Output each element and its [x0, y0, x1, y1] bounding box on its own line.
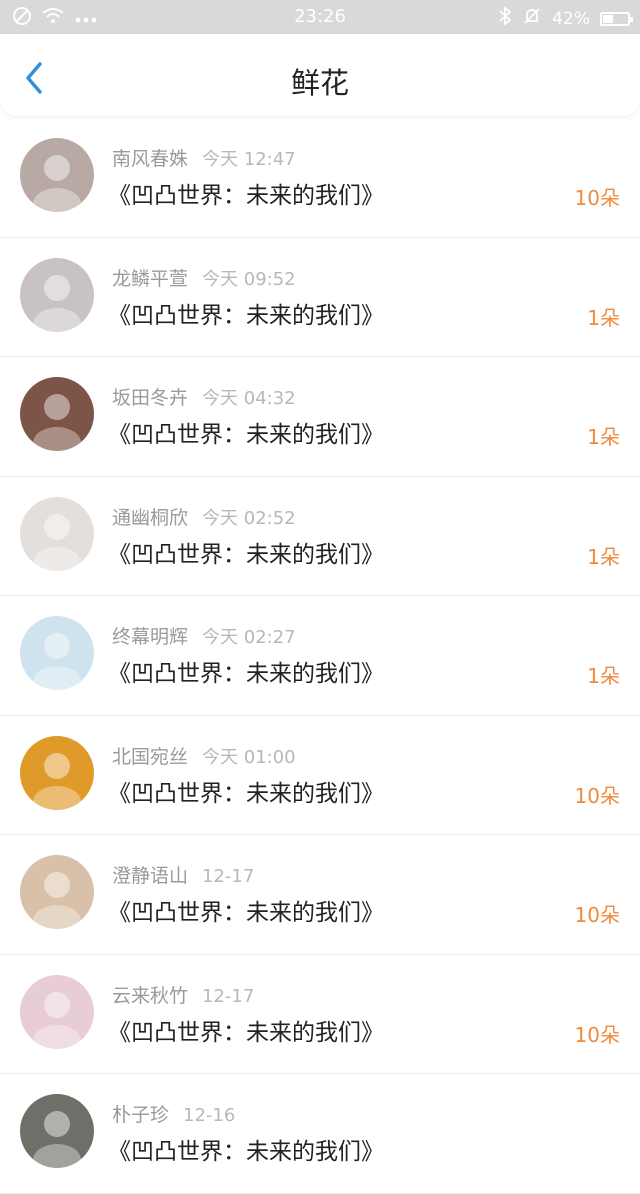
timestamp: 12-16 — [183, 1105, 236, 1126]
timestamp: 12-17 — [202, 866, 255, 887]
avatar[interactable] — [20, 138, 94, 212]
user-avatar-icon — [20, 257, 94, 332]
book-title[interactable]: 《凹凸世界：未来的我们》 — [108, 415, 384, 449]
book-title[interactable]: 《凹凸世界：未来的我们》 — [108, 774, 384, 808]
book-title[interactable]: 《凹凸世界：未来的我们》 — [108, 535, 384, 569]
avatar[interactable] — [20, 974, 94, 1049]
timestamp: 今天 09:52 — [202, 268, 296, 290]
user-meta: 通幽桐欣 今天 02:52 — [112, 503, 296, 530]
timestamp: 12-17 — [202, 985, 255, 1007]
user-avatar-icon — [20, 377, 94, 451]
book-title[interactable]: 《凹凸世界：未来的我们》 — [108, 1013, 384, 1047]
list-item[interactable]: 北国宛丝 今天 01:00 《凹凸世界：未来的我们》 10朵 — [0, 716, 640, 835]
flower-count: 10朵 — [574, 186, 620, 210]
user-avatar-icon — [20, 616, 94, 690]
user-name[interactable]: 北国宛丝 — [112, 746, 188, 768]
timestamp: 今天 04:32 — [202, 388, 296, 409]
user-meta: 澄静语山 12-17 — [112, 861, 254, 888]
battery-fill — [603, 14, 613, 23]
flower-list: 南风春姝 今天 12:47 《凹凸世界：未来的我们》 10朵 龙鳞平萱 今天 09:52 《… — [0, 118, 640, 1194]
list-item[interactable]: 龙鳞平萱 今天 09:52 《凹凸世界：未来的我们》 1朵 — [0, 238, 640, 357]
flower-count: 1朵 — [587, 664, 620, 688]
flower-count: 1朵 — [587, 305, 620, 330]
page-title: 鲜花 — [290, 66, 349, 100]
list-item[interactable]: 南风春姝 今天 12:47 《凹凸世界：未来的我们》 10朵 — [0, 118, 640, 238]
mute-bell-icon — [522, 6, 542, 31]
user-name[interactable]: 坂田冬卉 — [112, 387, 188, 409]
list-item[interactable]: 云来秋竹 12-17 《凹凸世界：未来的我们》 10朵 — [0, 955, 640, 1074]
timestamp: 今天 01:00 — [202, 746, 296, 768]
user-meta: 南风春姝 今天 12:47 — [112, 144, 296, 171]
user-meta: 终幕明辉 今天 02:27 — [112, 622, 296, 649]
user-name[interactable]: 终幕明辉 — [112, 626, 188, 648]
timestamp: 今天 02:52 — [202, 507, 296, 529]
status-bar: 23:26 42% — [0, 0, 640, 34]
book-title[interactable]: 《凹凸世界：未来的我们》 — [108, 893, 384, 927]
book-title[interactable]: 《凹凸世界：未来的我们》 — [108, 296, 384, 330]
battery-percent: 42% — [552, 8, 590, 29]
battery-icon — [600, 11, 633, 26]
user-meta: 朴子珍 12-16 — [112, 1100, 235, 1127]
user-meta: 云来秋竹 12-17 — [112, 981, 254, 1008]
user-name[interactable]: 龙鳞平萱 — [112, 268, 188, 290]
flower-count: 10朵 — [574, 783, 620, 808]
timestamp: 今天 12:47 — [202, 149, 296, 170]
user-avatar-icon — [20, 974, 94, 1049]
timestamp: 今天 02:27 — [202, 627, 296, 648]
avatar[interactable] — [20, 377, 94, 451]
list-item[interactable]: 通幽桐欣 今天 02:52 《凹凸世界：未来的我们》 1朵 — [0, 477, 640, 596]
user-name[interactable]: 南风春姝 — [112, 148, 188, 170]
user-name[interactable]: 云来秋竹 — [112, 985, 188, 1007]
nav-bar: 鲜花 — [0, 34, 640, 116]
user-avatar-icon — [20, 1094, 94, 1168]
user-avatar-icon — [20, 138, 94, 212]
status-right-icons: 42% — [498, 6, 633, 31]
user-meta: 坂田冬卉 今天 04:32 — [112, 383, 296, 410]
list-item[interactable]: 终幕明辉 今天 02:27 《凹凸世界：未来的我们》 1朵 — [0, 596, 640, 716]
user-meta: 龙鳞平萱 今天 09:52 — [112, 264, 296, 291]
avatar[interactable] — [20, 735, 94, 810]
list-item[interactable]: 坂田冬卉 今天 04:32 《凹凸世界：未来的我们》 1朵 — [0, 357, 640, 477]
user-meta: 北国宛丝 今天 01:00 — [112, 742, 296, 769]
book-title[interactable]: 《凹凸世界：未来的我们》 — [108, 1132, 384, 1166]
avatar[interactable] — [20, 496, 94, 571]
book-title[interactable]: 《凹凸世界：未来的我们》 — [108, 654, 384, 688]
bluetooth-icon — [498, 6, 512, 31]
user-avatar-icon — [20, 855, 94, 929]
avatar[interactable] — [20, 257, 94, 332]
book-title[interactable]: 《凹凸世界：未来的我们》 — [108, 176, 384, 210]
user-name[interactable]: 朴子珍 — [112, 1104, 169, 1126]
avatar[interactable] — [20, 1094, 94, 1168]
flower-count: 1朵 — [587, 544, 620, 569]
flower-count: 10朵 — [574, 1022, 620, 1047]
user-name[interactable]: 通幽桐欣 — [112, 507, 188, 529]
list-item[interactable]: 澄静语山 12-17 《凹凸世界：未来的我们》 10朵 — [0, 835, 640, 955]
user-avatar-icon — [20, 735, 94, 810]
avatar[interactable] — [20, 855, 94, 929]
flower-count: 10朵 — [574, 903, 620, 927]
avatar[interactable] — [20, 616, 94, 690]
list-item[interactable]: 朴子珍 12-16 《凹凸世界：未来的我们》 — [0, 1074, 640, 1194]
flower-count: 1朵 — [587, 425, 620, 449]
user-avatar-icon — [20, 496, 94, 571]
user-name[interactable]: 澄静语山 — [112, 865, 188, 887]
